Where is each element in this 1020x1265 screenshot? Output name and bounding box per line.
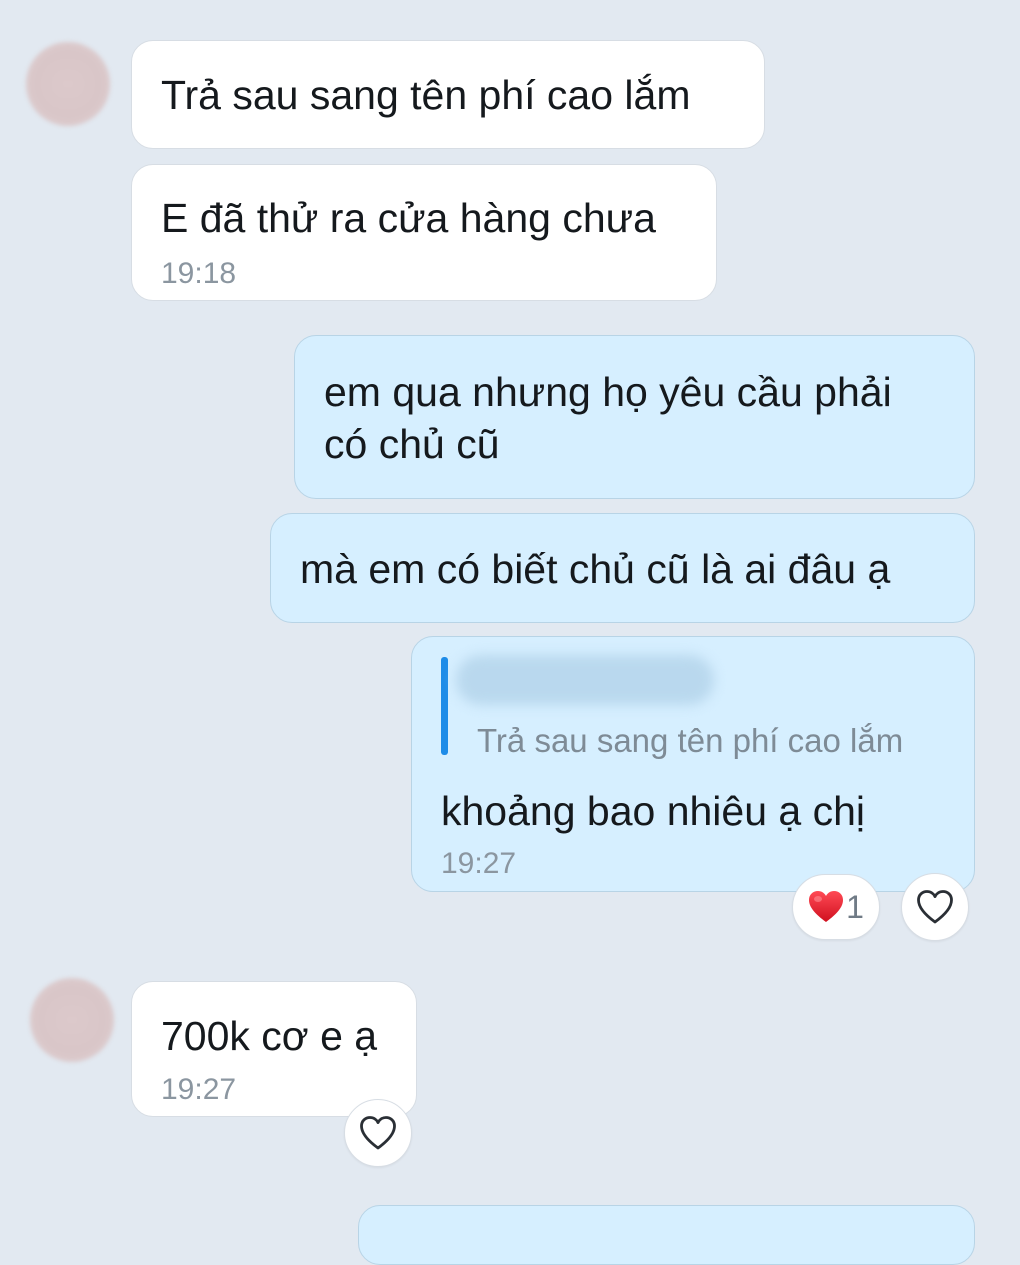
message-text-line: có chủ cũ — [324, 421, 500, 467]
sender-avatar[interactable] — [30, 978, 114, 1062]
message-text: E đã thử ra cửa hàng chưa — [161, 195, 656, 241]
chat-conversation: Trả sau sang tên phí cao lắm E đã thử ra… — [0, 0, 1020, 1265]
message-text: 700k cơ e ạ — [161, 1013, 378, 1059]
message-text-line: em qua nhưng họ yêu cầu phải — [324, 369, 892, 415]
quoted-message-text: Trả sau sang tên phí cao lắm — [477, 722, 904, 759]
heart-outline-icon — [360, 1116, 396, 1150]
message-text: khoảng bao nhiêu ạ chị — [441, 788, 866, 834]
message-text: mà em có biết chủ cũ là ai đâu ạ — [300, 546, 891, 592]
add-reaction-button[interactable] — [901, 873, 969, 941]
heart-outline-icon — [917, 890, 953, 924]
quote-sender-name-redacted — [456, 655, 714, 705]
reaction-count: 1 — [846, 888, 864, 925]
message-text: Trả sau sang tên phí cao lắm — [161, 72, 691, 118]
add-reaction-button[interactable] — [344, 1099, 412, 1167]
incoming-message-bubble[interactable]: Trả sau sang tên phí cao lắm — [131, 40, 765, 149]
incoming-message-bubble[interactable]: 700k cơ e ạ 19:27 — [131, 981, 417, 1117]
outgoing-reply-bubble[interactable]: Trả sau sang tên phí cao lắm khoảng bao … — [411, 636, 975, 892]
reaction-summary[interactable]: 1 — [792, 874, 880, 940]
message-timestamp: 19:18 — [161, 257, 237, 290]
message-timestamp: 19:27 — [441, 847, 517, 880]
sender-avatar[interactable] — [26, 42, 110, 126]
outgoing-message-bubble-partial[interactable] — [358, 1205, 975, 1265]
outgoing-message-bubble[interactable]: mà em có biết chủ cũ là ai đâu ạ — [270, 513, 975, 623]
heart-red-icon — [809, 891, 844, 922]
incoming-message-bubble[interactable]: E đã thử ra cửa hàng chưa 19:18 — [131, 164, 717, 301]
quote-accent-bar — [441, 657, 448, 755]
message-timestamp: 19:27 — [161, 1073, 237, 1106]
outgoing-message-bubble[interactable]: em qua nhưng họ yêu cầu phải có chủ cũ — [294, 335, 975, 499]
